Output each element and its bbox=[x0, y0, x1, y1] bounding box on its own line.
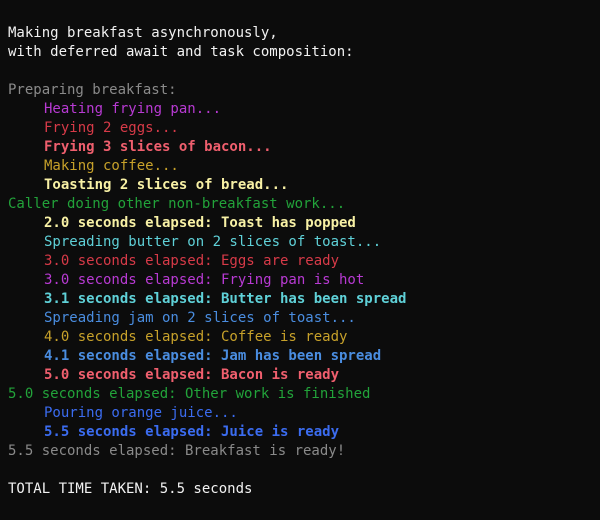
log-line: Spreading butter on 2 slices of toast... bbox=[44, 234, 382, 250]
log-line: Pouring orange juice... bbox=[44, 405, 238, 421]
header-line-2: with deferred await and task composition… bbox=[8, 44, 354, 60]
log-line: 5.0 seconds elapsed: Other work is finis… bbox=[8, 386, 371, 402]
log-line: 4.0 seconds elapsed: Coffee is ready bbox=[44, 329, 348, 345]
log-line: Frying 3 slices of bacon... bbox=[44, 139, 272, 155]
console-window: Making breakfast asynchronously, with de… bbox=[0, 0, 600, 520]
log-line: 2.0 seconds elapsed: Toast has popped bbox=[44, 215, 356, 231]
log-line: 3.1 seconds elapsed: Butter has been spr… bbox=[44, 291, 407, 307]
log-line: Heating frying pan... bbox=[44, 101, 222, 117]
log-line: Preparing breakfast: bbox=[8, 82, 177, 98]
log-line: 5.5 seconds elapsed: Juice is ready bbox=[44, 424, 340, 440]
log-line: 5.5 seconds elapsed: Breakfast is ready! bbox=[8, 443, 346, 459]
header-line-1: Making breakfast asynchronously, bbox=[8, 25, 278, 41]
log-line: 5.0 seconds elapsed: Bacon is ready bbox=[44, 367, 340, 383]
log-line: Spreading jam on 2 slices of toast... bbox=[44, 310, 356, 326]
total-time-line: TOTAL TIME TAKEN: 5.5 seconds bbox=[8, 481, 253, 497]
log-line: Making coffee... bbox=[44, 158, 179, 174]
log-line: 4.1 seconds elapsed: Jam has been spread bbox=[44, 348, 382, 364]
log-output: Preparing breakfast: Heating frying pan..… bbox=[8, 81, 592, 461]
log-line: Frying 2 eggs... bbox=[44, 120, 179, 136]
log-line: 3.0 seconds elapsed: Eggs are ready bbox=[44, 253, 340, 269]
log-line: Toasting 2 slices of bread... bbox=[44, 177, 289, 193]
log-line: Caller doing other non-breakfast work... bbox=[8, 196, 346, 212]
log-line: 3.0 seconds elapsed: Frying pan is hot bbox=[44, 272, 365, 288]
